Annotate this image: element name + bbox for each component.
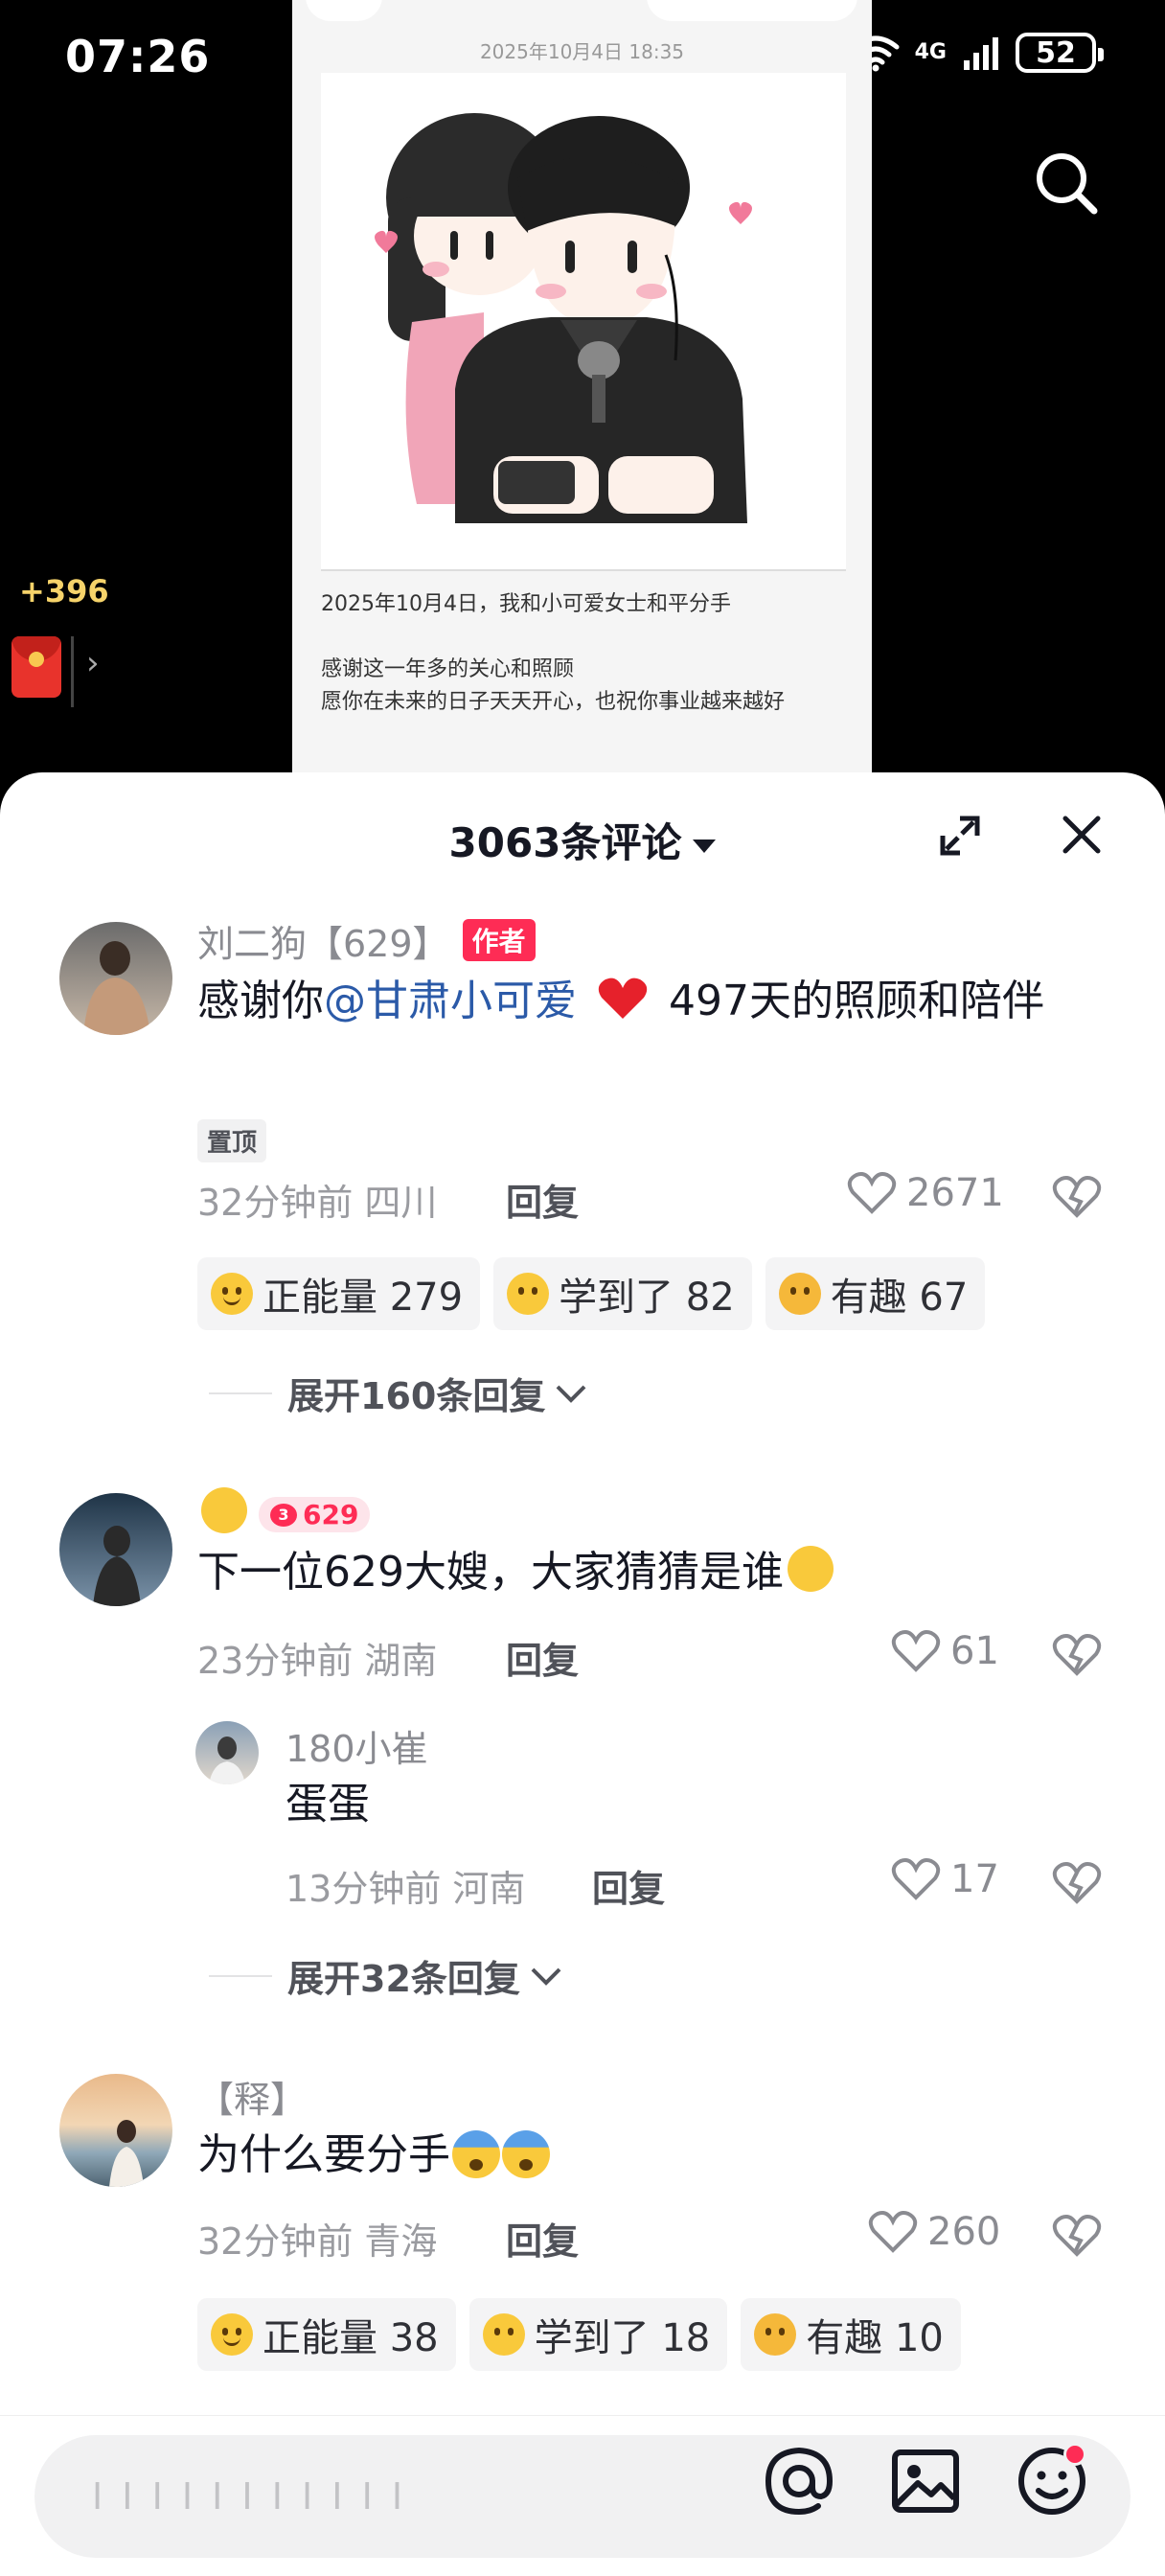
avatar[interactable]: [59, 922, 172, 1035]
reply-button[interactable]: 回复: [506, 1173, 579, 1226]
avatar[interactable]: [59, 1493, 172, 1606]
like-count: 61: [950, 1629, 999, 1673]
reaction-row: 正能量 38 学到了 18 有趣 10: [197, 2298, 961, 2371]
broken-heart-icon[interactable]: [1052, 1861, 1102, 1905]
divider: [71, 636, 74, 707]
reply-button[interactable]: 回复: [506, 1631, 579, 1684]
like-button[interactable]: 260: [868, 2210, 1000, 2254]
comment-text[interactable]: 感谢你@甘肃小可爱 497天的照顾和陪伴: [197, 972, 1117, 1031]
comment-text[interactable]: 下一位629大嫂，大家猜猜是谁: [197, 1543, 1117, 1602]
scared-emoji-icon: [452, 2130, 500, 2178]
reply-text[interactable]: 蛋蛋: [286, 1775, 370, 1834]
reaction-row: 正能量 279 学到了 82 有趣 67: [197, 1257, 986, 1330]
reaction-chip[interactable]: 学到了 18: [468, 2298, 728, 2371]
like-count: 2671: [906, 1171, 1004, 1215]
funny-emoji-icon: [754, 2313, 797, 2356]
comments-sheet: 3063条评论 刘二狗【629】 作者 感谢你@甘肃小可爱 497天的照顾和陪伴 …: [0, 772, 1165, 2576]
comment-username[interactable]: 3 629: [197, 1487, 371, 1533]
scared-emoji-icon: [502, 2130, 550, 2178]
couple-drawing: [375, 113, 752, 523]
coin-reward-count: +396: [19, 573, 109, 610]
like-button[interactable]: 17: [891, 1857, 999, 1901]
reaction-chip[interactable]: 正能量 38: [197, 2298, 456, 2371]
at-mention-icon[interactable]: [763, 2445, 835, 2518]
chevron-down-icon: [556, 1385, 586, 1403]
heart-level-icon: 3: [270, 1503, 297, 1527]
caret-down-icon: [693, 839, 717, 853]
reaction-chip[interactable]: 学到了 82: [493, 1257, 752, 1330]
like-count: 17: [950, 1857, 999, 1901]
learned-emoji-icon: [482, 2313, 525, 2356]
comment-username[interactable]: 【释】: [197, 2070, 307, 2123]
avatar[interactable]: [59, 2074, 172, 2187]
input-placeholder: I I I I I I I I I I I: [92, 2475, 407, 2518]
post-caption: 2025年10月4日，我和小可爱女士和平分手 感谢这一年多的关心和照顾 愿你在未…: [321, 588, 785, 719]
couple-illustration: [321, 73, 846, 571]
network-label: 4G: [914, 40, 947, 64]
reaction-chip[interactable]: 正能量 279: [197, 1257, 481, 1330]
comment-username[interactable]: 刘二狗【629】 作者: [197, 914, 536, 967]
heart-outline-icon: [868, 2211, 918, 2253]
comment-meta: 23分钟前 湖南: [197, 1640, 438, 1682]
reaction-chip[interactable]: 有趣 67: [765, 1257, 986, 1330]
reply-avatar[interactable]: [195, 1721, 259, 1784]
broken-heart-icon[interactable]: [1052, 1175, 1102, 1219]
reply-button[interactable]: 回复: [592, 1859, 665, 1912]
post-image-card: 2025年10月4日 18:35 2025年10月4日，我和小可爱女士和平分手 …: [292, 0, 872, 786]
close-icon[interactable]: [1062, 815, 1102, 855]
heart-outline-icon: [891, 1858, 941, 1900]
image-icon[interactable]: [889, 2445, 962, 2518]
post-date: 2025年10月4日 18:35: [479, 40, 685, 63]
status-icons: 4G 52: [852, 33, 1104, 73]
comment-input-bar: I I I I I I I I I I I: [0, 2415, 1165, 2576]
comment-meta: 32分钟前 四川: [197, 1182, 438, 1224]
like-button[interactable]: 2671: [847, 1171, 1004, 1215]
reply-username[interactable]: 180小崔: [286, 1719, 428, 1772]
search-icon[interactable]: [1033, 150, 1100, 217]
pinned-badge: 置顶: [197, 1119, 267, 1162]
like-button[interactable]: 61: [891, 1629, 999, 1673]
broken-heart-icon[interactable]: [1052, 2214, 1102, 2258]
like-count: 260: [927, 2210, 1001, 2254]
post-line: 2025年10月4日，我和小可爱女士和平分手: [321, 592, 731, 616]
smile-emoji-icon: [201, 1487, 247, 1533]
battery-indicator: 52: [1016, 33, 1104, 73]
comment-meta: 32分钟前 青海: [197, 2220, 438, 2263]
comments-title[interactable]: 3063条评论: [0, 811, 1165, 869]
hug-emoji-icon: [211, 2313, 253, 2356]
author-badge: 作者: [462, 919, 536, 961]
expand-replies-button[interactable]: 展开32条回复: [209, 1949, 562, 2002]
level-badge: 3 629: [259, 1497, 371, 1532]
status-time: 07:26: [65, 31, 211, 82]
heart-outline-icon: [847, 1172, 897, 1214]
chevron-right-icon[interactable]: ›: [86, 644, 100, 682]
heart-emoji-icon: [598, 978, 648, 1019]
broken-heart-icon[interactable]: [1052, 1633, 1102, 1677]
hug-emoji-icon: [211, 1273, 253, 1315]
post-line: 感谢这一年多的关心和照顾: [321, 657, 575, 681]
signal-icon: [964, 37, 998, 70]
reply-meta: 13分钟前 河南: [286, 1868, 526, 1910]
reaction-chip[interactable]: 有趣 10: [741, 2298, 961, 2371]
action-pill: [647, 0, 857, 21]
chevron-down-icon: [531, 1967, 561, 1986]
expand-replies-button[interactable]: 展开160条回复: [209, 1367, 587, 1419]
learned-emoji-icon: [507, 1273, 550, 1315]
smirk-emoji-icon: [787, 1546, 834, 1592]
notification-dot: [1063, 2443, 1086, 2466]
back-pill: [306, 0, 382, 21]
reply-button[interactable]: 回复: [506, 2212, 579, 2265]
post-line: 愿你在未来的日子天天开心，也祝你事业越来越好: [321, 690, 786, 714]
comment-input[interactable]: I I I I I I I I I I I: [34, 2435, 1131, 2558]
heart-outline-icon: [891, 1630, 941, 1672]
comment-text[interactable]: 为什么要分手: [197, 2126, 550, 2185]
red-packet-icon[interactable]: [11, 636, 61, 698]
video-area[interactable]: 07:26 4G 52 +396 › 2025年10月4日 18:35 2025…: [0, 0, 1165, 786]
fullscreen-icon[interactable]: [939, 815, 981, 857]
funny-emoji-icon: [778, 1273, 821, 1315]
mention-link[interactable]: @甘肃小可爱: [324, 977, 577, 1025]
